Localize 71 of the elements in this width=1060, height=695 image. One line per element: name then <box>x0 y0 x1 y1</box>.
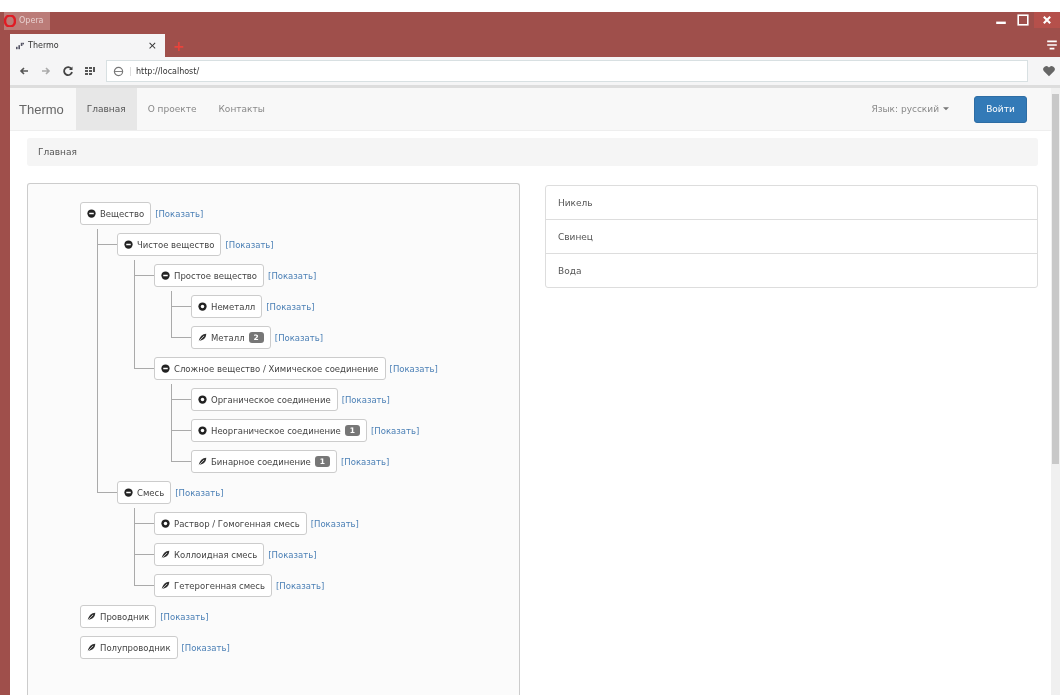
menu-icon[interactable] <box>1046 39 1058 51</box>
globe-icon <box>113 65 124 77</box>
show-link[interactable]: [Показать] <box>341 394 390 405</box>
tree-node[interactable]: Чистое вещество <box>117 233 222 256</box>
tree-node[interactable]: Раствор / Гомогенная смесь <box>154 512 307 535</box>
tree-line <box>171 400 172 415</box>
leaf-icon[interactable] <box>87 612 96 621</box>
show-link[interactable]: [Показать] <box>274 332 324 343</box>
scrollbar[interactable] <box>1051 88 1060 695</box>
logo-icon <box>4 14 16 27</box>
breadcrumb-item: Главная <box>38 147 77 157</box>
leaf-icon[interactable] <box>87 643 96 652</box>
tree-node[interactable]: Смесь <box>117 481 172 504</box>
tree-node[interactable]: Коллоидная смесь <box>154 543 265 566</box>
show-link[interactable]: [Показать] <box>371 425 420 436</box>
signal-icon <box>16 41 24 50</box>
circle-icon[interactable] <box>161 519 170 528</box>
caret-icon[interactable] <box>943 107 949 111</box>
tree-node[interactable]: Гетерогенная смесь <box>154 574 273 597</box>
minus-circle-icon[interactable] <box>161 364 170 373</box>
brand-link[interactable]: Thermo <box>10 101 76 117</box>
list-item[interactable]: Никель <box>546 186 1037 219</box>
show-link[interactable]: [Показать] <box>175 487 224 498</box>
close-icon[interactable] <box>1034 12 1060 28</box>
login-button[interactable]: Войти <box>974 95 1027 123</box>
tree-node[interactable]: Сложное вещество / Химическое соединение <box>154 357 386 380</box>
tree-node[interactable]: Органическое соединение <box>191 388 338 411</box>
address-field[interactable]: http://localhost/ <box>106 60 1028 82</box>
tree-node[interactable]: Полупроводник <box>80 636 178 659</box>
language-dropdown[interactable]: Язык: русский <box>871 104 949 114</box>
nav-link[interactable]: О проекте <box>136 88 208 130</box>
show-link[interactable]: [Показать] <box>225 239 274 250</box>
minus-circle-icon[interactable] <box>87 209 96 218</box>
circle-icon[interactable] <box>198 426 207 435</box>
tree-node[interactable]: Простое вещество <box>154 264 265 287</box>
leaf-icon[interactable] <box>161 581 170 590</box>
show-link[interactable]: [Показать] <box>276 580 325 591</box>
circle-icon[interactable] <box>198 302 207 311</box>
show-link[interactable]: [Показать] <box>341 456 390 467</box>
grid-icon[interactable] <box>84 65 96 77</box>
minus-circle-icon[interactable] <box>124 488 133 497</box>
nav-link[interactable]: Главная <box>75 88 137 130</box>
close-tab-button[interactable]: × <box>147 39 157 52</box>
browser-tab[interactable]: Thermo × <box>10 34 165 57</box>
leaf-icon[interactable] <box>161 550 170 559</box>
minus-circle-icon[interactable] <box>124 240 133 249</box>
show-link[interactable]: [Показать] <box>389 363 438 374</box>
show-link[interactable]: [Показать] <box>268 270 317 281</box>
list-item[interactable]: Вода <box>546 253 1037 287</box>
back-icon[interactable] <box>18 65 30 77</box>
circle-icon[interactable] <box>198 395 207 404</box>
tree-line <box>134 555 135 570</box>
show-link[interactable]: [Показать] <box>310 518 359 529</box>
show-link[interactable]: [Показать] <box>160 611 209 622</box>
leaf-icon[interactable] <box>198 457 207 466</box>
tree-line <box>134 524 135 539</box>
tree-node[interactable]: Проводник <box>80 605 157 628</box>
list-item[interactable]: Свинец <box>546 219 1037 253</box>
show-link[interactable]: [Показать] <box>155 208 204 219</box>
minus-circle-icon[interactable] <box>161 271 170 280</box>
tree-node[interactable]: Неметалл <box>191 295 263 318</box>
show-link[interactable]: [Показать] <box>181 642 230 653</box>
show-link[interactable]: [Показать] <box>268 549 317 560</box>
show-link[interactable]: [Показать] <box>266 301 315 312</box>
tree-line <box>171 431 172 446</box>
tree-line <box>171 307 172 322</box>
nav-link[interactable]: Контакты <box>207 88 276 130</box>
leaf-icon[interactable] <box>198 333 207 342</box>
tree-node[interactable]: Вещество <box>80 202 152 225</box>
reload-icon[interactable] <box>62 65 74 77</box>
scrollbar-thumb[interactable] <box>1052 94 1059 464</box>
